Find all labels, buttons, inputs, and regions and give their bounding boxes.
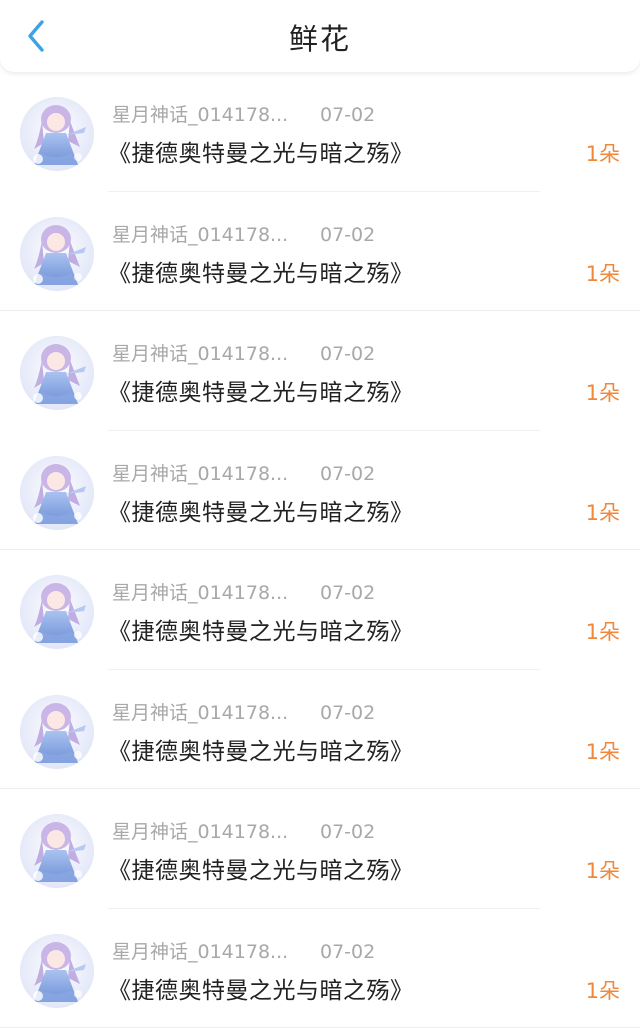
sender-username[interactable]: 星月神话_014178...: [112, 220, 320, 247]
avatar[interactable]: [20, 217, 94, 291]
page-title: 鲜花: [0, 0, 640, 72]
list-item[interactable]: 星月神话_014178...07-02 《捷德奥特曼之光与暗之殇》 1朵: [0, 670, 640, 790]
gift-date: 07-02: [320, 224, 375, 246]
gift-date: 07-02: [320, 343, 375, 365]
top-nav-bar: 鲜花: [0, 0, 640, 72]
avatar[interactable]: [20, 456, 94, 530]
book-title[interactable]: 《捷德奥特曼之光与暗之殇》: [108, 851, 414, 885]
sender-username[interactable]: 星月神话_014178...: [112, 698, 320, 725]
book-title[interactable]: 《捷德奥特曼之光与暗之殇》: [108, 254, 414, 288]
flower-quantity: 1朵: [586, 138, 620, 168]
anime-girl-avatar-icon: [20, 456, 94, 530]
sender-username[interactable]: 星月神话_014178...: [112, 937, 320, 964]
item-meta: 星月神话_014178...07-02: [112, 339, 375, 366]
flower-quantity: 1朵: [586, 497, 620, 527]
book-title[interactable]: 《捷德奥特曼之光与暗之殇》: [108, 493, 414, 527]
book-title[interactable]: 《捷德奥特曼之光与暗之殇》: [108, 373, 414, 407]
flower-quantity: 1朵: [586, 258, 620, 288]
list-item[interactable]: 星月神话_014178...07-02 《捷德奥特曼之光与暗之殇》 1朵: [0, 311, 640, 431]
item-meta: 星月神话_014178...07-02: [112, 220, 375, 247]
avatar[interactable]: [20, 695, 94, 769]
sender-username[interactable]: 星月神话_014178...: [112, 817, 320, 844]
gift-date: 07-02: [320, 821, 375, 843]
avatar[interactable]: [20, 934, 94, 1008]
list-item[interactable]: 星月神话_014178...07-02 《捷德奥特曼之光与暗之殇》 1朵: [0, 192, 640, 312]
item-meta: 星月神话_014178...07-02: [112, 459, 375, 486]
gift-date: 07-02: [320, 702, 375, 724]
list-item[interactable]: 星月神话_014178...07-02 《捷德奥特曼之光与暗之殇》 1朵: [0, 550, 640, 670]
sender-username[interactable]: 星月神话_014178...: [112, 339, 320, 366]
list-item[interactable]: 星月神话_014178...07-02 《捷德奥特曼之光与暗之殇》 1朵: [0, 431, 640, 551]
avatar[interactable]: [20, 336, 94, 410]
sender-username[interactable]: 星月神话_014178...: [112, 100, 320, 127]
flower-quantity: 1朵: [586, 975, 620, 1005]
gift-date: 07-02: [320, 941, 375, 963]
anime-girl-avatar-icon: [20, 97, 94, 171]
anime-girl-avatar-icon: [20, 575, 94, 649]
flower-quantity: 1朵: [586, 855, 620, 885]
list-item[interactable]: 星月神话_014178...07-02 《捷德奥特曼之光与暗之殇》 1朵: [0, 909, 640, 1028]
item-meta: 星月神话_014178...07-02: [112, 698, 375, 725]
item-meta: 星月神话_014178...07-02: [112, 578, 375, 605]
flower-quantity: 1朵: [586, 616, 620, 646]
list-item[interactable]: 星月神话_014178...07-02 《捷德奥特曼之光与暗之殇》 1朵: [0, 789, 640, 909]
anime-girl-avatar-icon: [20, 814, 94, 888]
anime-girl-avatar-icon: [20, 695, 94, 769]
list-item[interactable]: 星月神话_014178...07-02 《捷德奥特曼之光与暗之殇》 1朵: [0, 72, 640, 192]
gift-date: 07-02: [320, 463, 375, 485]
item-meta: 星月神话_014178...07-02: [112, 937, 375, 964]
book-title[interactable]: 《捷德奥特曼之光与暗之殇》: [108, 134, 414, 168]
flower-quantity: 1朵: [586, 736, 620, 766]
avatar[interactable]: [20, 575, 94, 649]
sender-username[interactable]: 星月神话_014178...: [112, 459, 320, 486]
gift-date: 07-02: [320, 104, 375, 126]
book-title[interactable]: 《捷德奥特曼之光与暗之殇》: [108, 732, 414, 766]
flower-gift-list: 星月神话_014178...07-02 《捷德奥特曼之光与暗之殇》 1朵: [0, 72, 640, 1028]
book-title[interactable]: 《捷德奥特曼之光与暗之殇》: [108, 612, 414, 646]
item-meta: 星月神话_014178...07-02: [112, 817, 375, 844]
anime-girl-avatar-icon: [20, 336, 94, 410]
sender-username[interactable]: 星月神话_014178...: [112, 578, 320, 605]
item-meta: 星月神话_014178...07-02: [112, 100, 375, 127]
anime-girl-avatar-icon: [20, 934, 94, 1008]
avatar[interactable]: [20, 814, 94, 888]
flower-quantity: 1朵: [586, 377, 620, 407]
anime-girl-avatar-icon: [20, 217, 94, 291]
avatar[interactable]: [20, 97, 94, 171]
gift-date: 07-02: [320, 582, 375, 604]
book-title[interactable]: 《捷德奥特曼之光与暗之殇》: [108, 971, 414, 1005]
